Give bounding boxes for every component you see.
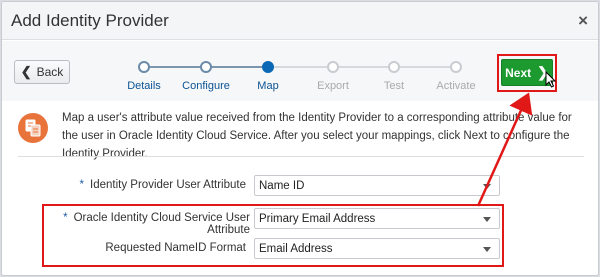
dropdown-arrow-icon	[483, 184, 491, 189]
train-step-dot-configure[interactable]	[200, 61, 212, 73]
idp-user-attribute-label: * Identity Provider User Attribute	[79, 179, 246, 191]
dropdown-arrow-icon	[483, 217, 491, 222]
train-step-dot-activate	[450, 61, 462, 73]
train-step-test: Test	[383, 80, 405, 92]
nameid-format-label: Requested NameID Format	[105, 242, 246, 254]
idcs-user-attribute-value: Primary Email Address	[259, 212, 376, 225]
train-step-export: Export	[317, 80, 349, 92]
train-step-dot-details[interactable]	[138, 61, 150, 73]
idcs-user-attribute-select[interactable]: Primary Email Address	[254, 208, 500, 229]
back-button[interactable]: ❮ Back	[14, 60, 70, 84]
chevron-left-icon: ❮	[20, 64, 32, 79]
dropdown-arrow-icon	[483, 247, 491, 252]
train-step-dot-map[interactable]	[262, 61, 274, 73]
mapping-document-icon	[18, 113, 48, 143]
close-icon[interactable]: ×	[578, 12, 588, 29]
train-step-details[interactable]: Details	[127, 80, 161, 92]
idp-user-attribute-select[interactable]: Name ID	[254, 175, 500, 196]
dialog-header: Add Identity Provider ×	[2, 2, 598, 40]
nameid-format-value: Email Address	[259, 242, 333, 255]
nameid-format-select[interactable]: Email Address	[254, 238, 500, 259]
idcs-user-attribute-label: * Oracle Identity Cloud Service User Attr…	[63, 212, 250, 236]
back-button-label: Back	[36, 65, 64, 79]
section-divider	[18, 156, 584, 157]
train-line-future	[272, 66, 458, 68]
required-marker: *	[63, 212, 68, 224]
train-step-activate: Activate	[436, 80, 476, 92]
next-button-label: Next	[505, 65, 532, 80]
train-step-dot-export	[327, 61, 339, 73]
info-description: Map a user's attribute value received fr…	[62, 112, 572, 160]
train-step-dot-test	[388, 61, 400, 73]
dialog-title: Add Identity Provider	[11, 11, 169, 30]
train-step-configure[interactable]: Configure	[182, 80, 230, 92]
train-step-map[interactable]: Map	[257, 80, 278, 92]
mouse-pointer-icon	[545, 71, 557, 88]
required-marker: *	[79, 179, 85, 191]
idp-user-attribute-value: Name ID	[259, 179, 305, 192]
